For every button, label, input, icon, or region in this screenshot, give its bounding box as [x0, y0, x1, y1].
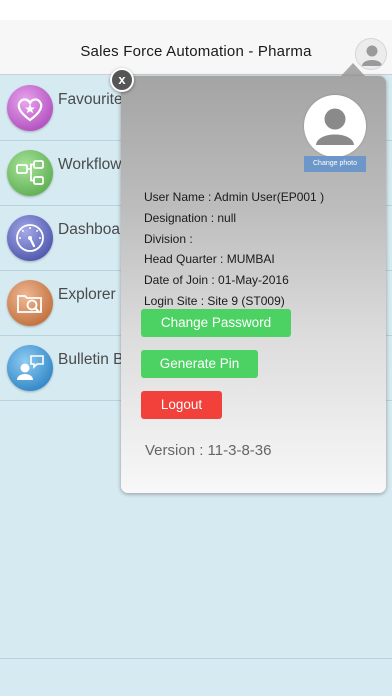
- gauge-icon: [7, 215, 53, 261]
- heart-star-icon: [7, 85, 53, 131]
- change-photo-button[interactable]: Change photo: [304, 156, 366, 172]
- navigation-bar: Sales Force Automation - Pharma: [0, 20, 392, 75]
- designation-text: Designation : null: [144, 211, 237, 225]
- menu-item-label: Explorer: [58, 286, 116, 303]
- profile-popup: Change photo User Name : Admin User(EP00…: [121, 76, 386, 493]
- folder-search-icon: [7, 280, 53, 326]
- division-text: Division :: [144, 232, 193, 246]
- page-title: Sales Force Automation - Pharma: [80, 43, 312, 60]
- menu-item-label: Bulletin B: [58, 351, 124, 368]
- avatar[interactable]: [304, 95, 366, 157]
- status-bar: [0, 0, 392, 20]
- version-text: Version : 11-3-8-36: [145, 442, 272, 459]
- user-icon: [316, 108, 354, 145]
- generate-pin-button[interactable]: Generate Pin: [141, 350, 258, 378]
- change-password-button[interactable]: Change Password: [141, 309, 291, 337]
- user-name-text: User Name : Admin User(EP001 ): [144, 190, 325, 204]
- menu-item-label: Favourite: [58, 91, 123, 108]
- head-quarter-text: Head Quarter : MUMBAI: [144, 252, 275, 266]
- close-button[interactable]: x: [110, 68, 134, 92]
- logout-button[interactable]: Logout: [141, 391, 222, 419]
- workflow-icon: [7, 150, 53, 196]
- popup-arrow: [341, 63, 365, 76]
- menu-item-label: Workflow: [58, 156, 122, 173]
- bulletin-icon: [7, 345, 53, 391]
- date-of-join-text: Date of Join : 01-May-2016: [144, 273, 289, 287]
- login-site-text: Login Site : Site 9 (ST009): [144, 294, 285, 308]
- divider: [0, 658, 392, 659]
